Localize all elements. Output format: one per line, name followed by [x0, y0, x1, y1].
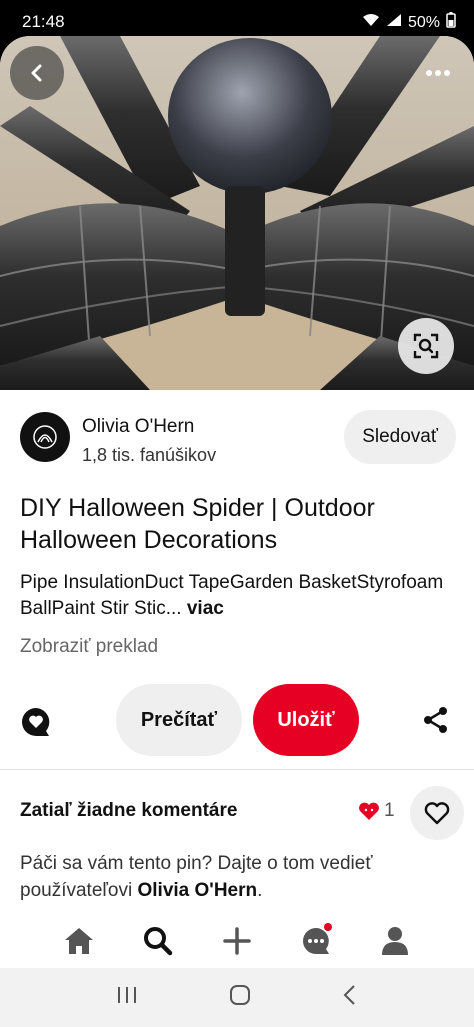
nav-messages[interactable]	[296, 921, 336, 961]
reaction-count: 1	[384, 800, 395, 821]
react-button[interactable]	[410, 786, 464, 840]
recent-apps-icon	[117, 987, 136, 1003]
heart-outline-icon	[424, 802, 450, 825]
notification-dot	[323, 923, 332, 931]
status-time: 21:48	[22, 12, 65, 31]
recent-apps-button[interactable]	[116, 985, 138, 1010]
nav-create[interactable]	[217, 921, 257, 961]
comment-heart-icon	[22, 708, 50, 736]
more-dots-icon	[426, 70, 450, 76]
creator-logo-icon	[33, 425, 57, 449]
back-chevron-icon	[343, 985, 356, 1005]
pin-description: Pipe InsulationDuct TapeGarden BasketSty…	[20, 570, 460, 622]
more-options-button[interactable]	[418, 58, 458, 88]
back-button[interactable]	[10, 46, 64, 100]
home-icon	[65, 928, 94, 954]
read-button[interactable]: Prečítať	[116, 684, 242, 756]
show-translation-link[interactable]: Zobraziť preklad	[20, 636, 158, 658]
profile-icon	[381, 927, 408, 955]
home-circle-icon	[229, 985, 250, 1005]
reaction-summary[interactable]: 1	[358, 800, 395, 822]
comment-button[interactable]	[20, 706, 54, 740]
creator-row: Olivia O'Hern 1,8 tis. fanúšikov Sledova…	[20, 410, 456, 466]
creator-followers: 1,8 tis. fanúšikov	[82, 445, 217, 465]
pin-image[interactable]	[0, 36, 474, 390]
search-icon	[144, 927, 173, 956]
action-bar: Prečítať Uložiť	[0, 684, 474, 760]
comments-heading: Zatiaľ žiadne komentáre	[20, 800, 238, 821]
signal-icon	[386, 13, 402, 32]
status-right: 50%	[362, 12, 456, 33]
home-system-button[interactable]	[229, 984, 251, 1011]
wifi-icon	[362, 13, 380, 32]
share-button[interactable]	[422, 706, 452, 736]
back-arrow-icon	[31, 64, 42, 82]
visual-search-button[interactable]	[398, 318, 454, 374]
save-button[interactable]: Uložiť	[253, 684, 359, 756]
pin-detail-card: Olivia O'Hern 1,8 tis. fanúšikov Sledova…	[0, 36, 474, 1027]
follow-button[interactable]: Sledovať	[344, 410, 456, 464]
nav-search[interactable]	[138, 921, 178, 961]
nav-profile[interactable]	[375, 921, 415, 961]
like-prompt: Páči sa vám tento pin? Dajte o tom vedie…	[20, 850, 460, 904]
share-icon	[424, 707, 447, 733]
avatar[interactable]	[20, 412, 70, 462]
bottom-nav	[0, 912, 474, 970]
system-nav-bar	[0, 968, 474, 1027]
like-prompt-suffix: .	[257, 880, 263, 901]
battery-level: 50%	[407, 13, 440, 31]
back-system-button[interactable]	[342, 984, 358, 1011]
more-link[interactable]: viac	[187, 598, 224, 619]
reaction-heart-icon	[359, 802, 379, 820]
like-prompt-user[interactable]: Olivia O'Hern	[138, 880, 258, 901]
creator-name[interactable]: Olivia O'Hern	[82, 416, 194, 438]
visual-search-icon	[413, 333, 439, 359]
create-icon	[223, 927, 251, 955]
pin-title: DIY Halloween Spider | Outdoor Halloween…	[20, 494, 375, 554]
nav-home[interactable]	[59, 921, 99, 961]
battery-icon	[446, 12, 456, 33]
pin-description-text: Pipe InsulationDuct TapeGarden BasketSty…	[20, 572, 444, 619]
divider	[0, 769, 474, 770]
